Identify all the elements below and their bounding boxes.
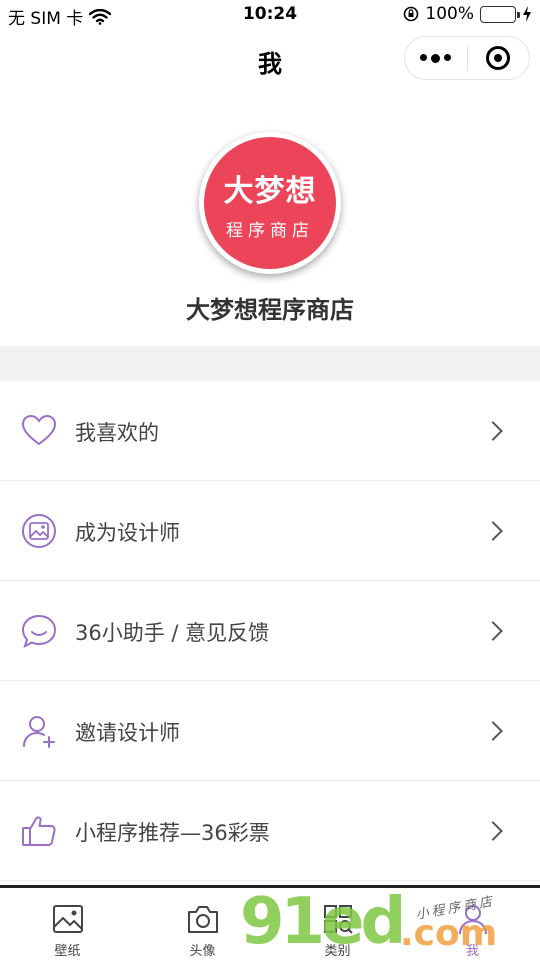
chevron-right-icon [483,521,503,541]
nav-bar: 我 [0,30,540,90]
profile-name: 大梦想程序商店 [186,296,354,324]
mini-program-capsule [404,36,530,80]
user-icon [458,905,487,935]
menu-item-label: 成为设计师 [75,521,180,545]
menu-item-label: 我喜欢的 [75,421,159,445]
tab-label: 壁纸 [54,944,81,959]
menu-item-label: 小程序推荐—36彩票 [75,821,270,845]
close-mini-program-button[interactable] [468,37,530,79]
section-divider [0,346,540,381]
category-grid-icon [323,905,353,934]
menu-list: 我喜欢的 成为设计师 36小助手 / 意见反馈 邀请设计师 小程序推荐—36彩票 [0,381,540,881]
thumbs-up-icon [22,816,56,846]
tab-category[interactable]: 类别 [270,888,405,960]
tab-bar: 壁纸 头像 类别 我 [0,885,540,960]
menu-item-recommend-app[interactable]: 小程序推荐—36彩票 [0,781,540,881]
rotation-lock-icon [404,6,419,22]
add-user-icon [23,716,55,748]
camera-icon [187,906,218,933]
menu-item-label: 邀请设计师 [75,721,180,745]
image-icon [52,905,83,933]
tab-avatar[interactable]: 头像 [135,888,270,960]
picture-icon [22,514,56,548]
menu-item-label: 36小助手 / 意见反馈 [75,621,270,645]
status-bar: 无 SIM 卡 10:24 100% [0,0,540,30]
heart-icon [21,414,57,446]
tab-label: 头像 [189,944,216,959]
tab-wallpaper[interactable]: 壁纸 [0,888,135,960]
menu-item-favorites[interactable]: 我喜欢的 [0,381,540,481]
more-dots-icon [420,53,452,63]
tab-me[interactable]: 我 [405,888,540,960]
target-circle-icon [486,46,511,70]
chevron-right-icon [483,621,503,641]
menu-item-become-designer[interactable]: 成为设计师 [0,481,540,581]
battery-icon [480,5,520,23]
battery-percent: 100% [425,4,474,24]
menu-item-invite-designer[interactable]: 邀请设计师 [0,681,540,781]
chevron-right-icon [483,421,503,441]
menu-item-assistant-feedback[interactable]: 36小助手 / 意见反馈 [0,581,540,681]
chat-bubble-icon [21,614,57,648]
status-right: 100% [403,4,532,24]
chevron-right-icon [483,721,503,741]
charging-bolt-icon [523,6,531,22]
tab-label: 我 [465,944,479,959]
chevron-right-icon [483,821,503,841]
avatar-logo-line2: 程序商店 [226,220,314,241]
profile-section: 大梦想 程序商店 大梦想程序商店 [0,90,540,346]
avatar[interactable]: 大梦想 程序商店 [199,132,341,274]
more-button[interactable] [405,37,467,79]
tab-label: 类别 [324,944,351,959]
avatar-logo: 大梦想 程序商店 [204,137,336,269]
avatar-logo-line1: 大梦想 [223,173,317,209]
